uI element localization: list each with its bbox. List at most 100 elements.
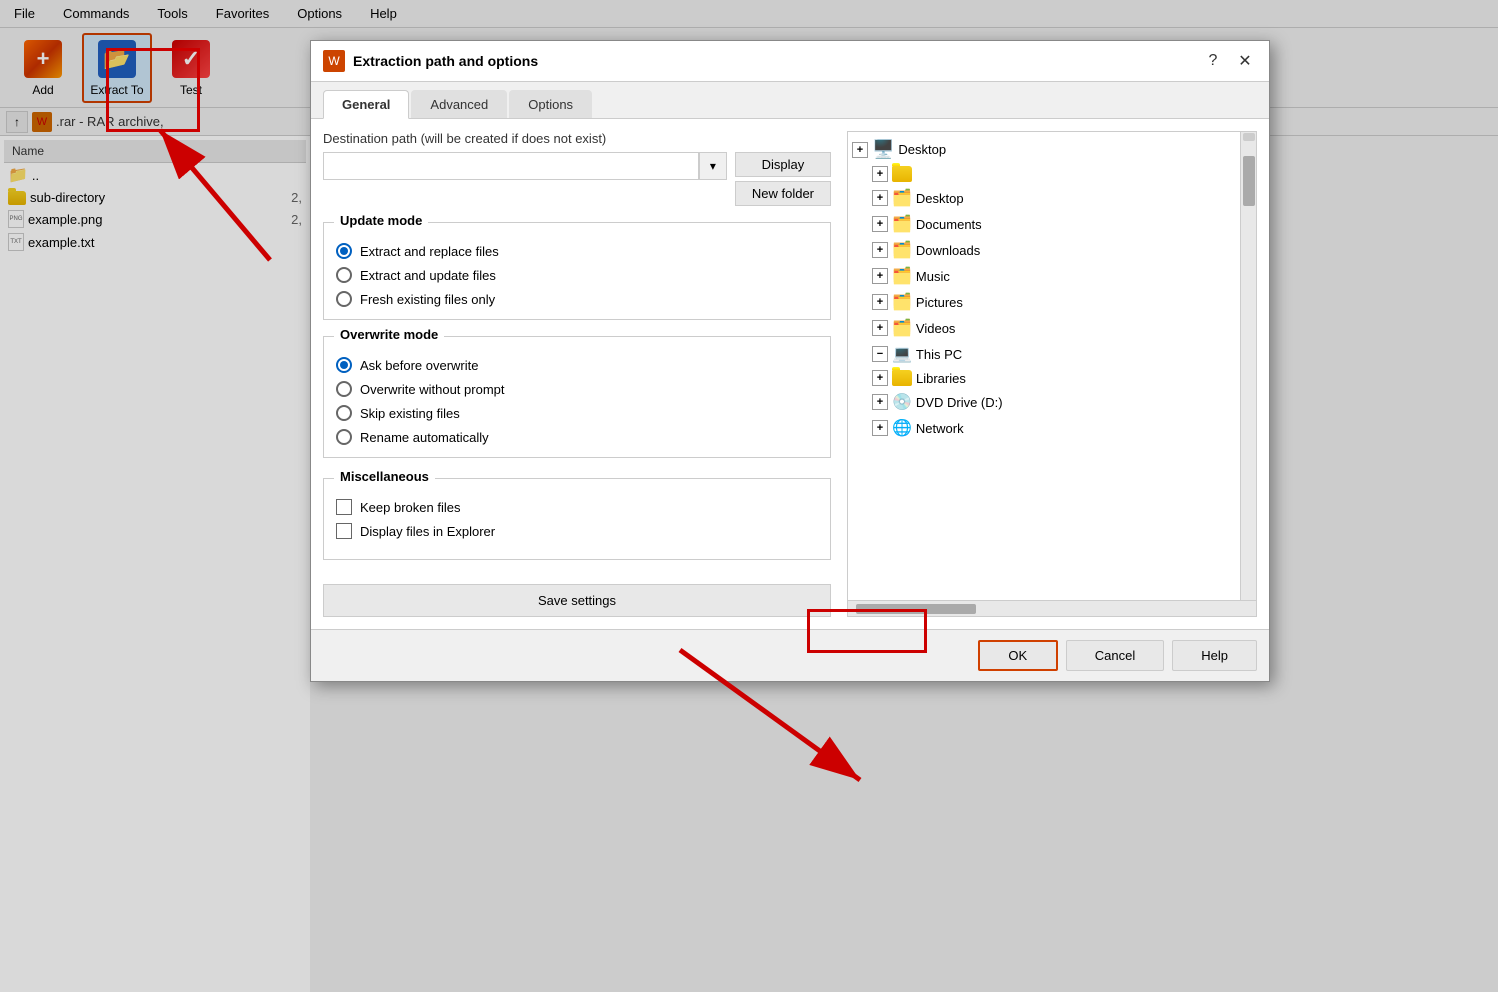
folder-icon [892, 370, 912, 386]
tree-item-this-pc[interactable]: − 💻 This PC [848, 341, 1240, 367]
tree-item[interactable]: + 🗂️ Music [848, 263, 1240, 289]
tab-options[interactable]: Options [509, 90, 592, 118]
destination-path-section: Destination path (will be created if doe… [323, 131, 831, 206]
tree-label: Desktop [898, 142, 946, 157]
radio-ask-overwrite-indicator [336, 357, 352, 373]
dialog-title: Extraction path and options [353, 53, 1193, 69]
tree-label: Documents [916, 217, 982, 232]
miscellaneous-legend: Miscellaneous [334, 469, 435, 484]
radio-extract-update-label: Extract and update files [360, 268, 496, 283]
dialog-title-icon: W [323, 50, 345, 72]
radio-extract-update-indicator [336, 267, 352, 283]
radio-overwrite-prompt[interactable]: Overwrite without prompt [336, 381, 818, 397]
radio-rename-auto-label: Rename automatically [360, 430, 489, 445]
tab-general[interactable]: General [323, 90, 409, 119]
radio-ask-overwrite-label: Ask before overwrite [360, 358, 479, 373]
radio-fresh-existing[interactable]: Fresh existing files only [336, 291, 818, 307]
tree-item[interactable]: + 🗂️ Videos [848, 315, 1240, 341]
tree-item[interactable]: + 🗂️ Desktop [848, 185, 1240, 211]
tree-hscrollbar[interactable] [848, 600, 1256, 616]
checkbox-keep-broken-box [336, 499, 352, 515]
tree-label: DVD Drive (D:) [916, 395, 1003, 410]
tree-this-pc-label: This PC [916, 347, 962, 362]
destination-path-label: Destination path (will be created if doe… [323, 131, 831, 146]
tree-expand-btn[interactable]: + [872, 320, 888, 336]
tree-expand-btn[interactable]: + [872, 394, 888, 410]
tree-item[interactable]: + 💿 DVD Drive (D:) [848, 389, 1240, 415]
tree-expand-btn[interactable]: + [872, 420, 888, 436]
cancel-button[interactable]: Cancel [1066, 640, 1164, 671]
tree-label: Network [916, 421, 964, 436]
radio-ask-overwrite[interactable]: Ask before overwrite [336, 357, 818, 373]
tree-label: Music [916, 269, 950, 284]
tree-item[interactable]: + Libraries [848, 367, 1240, 389]
destination-path-input[interactable] [323, 152, 699, 180]
dialog-help-button[interactable]: ? [1201, 49, 1225, 73]
radio-skip-existing[interactable]: Skip existing files [336, 405, 818, 421]
tree-expand-btn[interactable]: + [872, 370, 888, 386]
dialog-close-button[interactable]: ✕ [1233, 49, 1257, 73]
radio-overwrite-prompt-indicator [336, 381, 352, 397]
radio-fresh-existing-indicator [336, 291, 352, 307]
tree-item[interactable]: + 🗂️ Pictures [848, 289, 1240, 315]
checkbox-display-explorer-label: Display files in Explorer [360, 524, 495, 539]
overwrite-mode-section: Overwrite mode Ask before overwrite Over… [323, 336, 831, 458]
radio-rename-auto[interactable]: Rename automatically [336, 429, 818, 445]
tree-downloads-label: Downloads [916, 243, 980, 258]
tree-expand-downloads-btn[interactable]: + [872, 242, 888, 258]
dialog-overlay: W Extraction path and options ? ✕ Genera… [0, 0, 1498, 992]
folder-tree[interactable]: + 🖥️ Desktop + [848, 132, 1240, 600]
tree-expand-this-pc-btn[interactable]: − [872, 346, 888, 362]
miscellaneous-section: Miscellaneous Keep broken files Display … [323, 478, 831, 560]
checkbox-display-explorer-box [336, 523, 352, 539]
tab-advanced[interactable]: Advanced [411, 90, 507, 118]
radio-skip-existing-indicator [336, 405, 352, 421]
dialog-left-panel: Destination path (will be created if doe… [323, 131, 847, 617]
update-mode-section: Update mode Extract and replace files Ex… [323, 222, 831, 320]
help-footer-button[interactable]: Help [1172, 640, 1257, 671]
extraction-dialog: W Extraction path and options ? ✕ Genera… [310, 40, 1270, 682]
folder-icon [892, 166, 912, 182]
radio-fresh-existing-label: Fresh existing files only [360, 292, 495, 307]
dialog-titlebar: W Extraction path and options ? ✕ [311, 41, 1269, 82]
tree-item[interactable]: + [848, 163, 1240, 185]
checkbox-keep-broken-label: Keep broken files [360, 500, 460, 515]
tree-expand-btn[interactable]: + [852, 142, 868, 158]
ok-button[interactable]: OK [978, 640, 1058, 671]
tree-item[interactable]: + 🌐 Network [848, 415, 1240, 441]
radio-extract-update[interactable]: Extract and update files [336, 267, 818, 283]
radio-rename-auto-indicator [336, 429, 352, 445]
tree-label: Pictures [916, 295, 963, 310]
tree-vscrollbar[interactable] [1240, 132, 1256, 600]
app-window: File Commands Tools Favorites Options He… [0, 0, 1498, 992]
checkbox-keep-broken[interactable]: Keep broken files [336, 499, 818, 515]
tree-label: Videos [916, 321, 956, 336]
radio-extract-replace-indicator [336, 243, 352, 259]
radio-extract-replace[interactable]: Extract and replace files [336, 243, 818, 259]
tree-expand-btn[interactable]: + [872, 216, 888, 232]
destination-path-actions: Display New folder [735, 152, 831, 206]
dialog-tree-panel: + 🖥️ Desktop + [847, 131, 1257, 617]
radio-extract-replace-label: Extract and replace files [360, 244, 499, 259]
update-mode-legend: Update mode [334, 213, 428, 228]
tree-item-downloads[interactable]: + 🗂️ Downloads [848, 237, 1240, 263]
dialog-body: Destination path (will be created if doe… [311, 119, 1269, 629]
save-settings-button[interactable]: Save settings [323, 584, 831, 617]
tree-expand-btn[interactable]: + [872, 268, 888, 284]
overwrite-mode-legend: Overwrite mode [334, 327, 444, 342]
dialog-tabs: General Advanced Options [311, 82, 1269, 119]
new-folder-button[interactable]: New folder [735, 181, 831, 206]
radio-overwrite-prompt-label: Overwrite without prompt [360, 382, 505, 397]
tree-item[interactable]: + 🗂️ Documents [848, 211, 1240, 237]
destination-path-dropdown[interactable]: ▾ [699, 152, 727, 180]
tree-label: Desktop [916, 191, 964, 206]
tree-expand-btn[interactable]: + [872, 166, 888, 182]
tree-expand-btn[interactable]: + [872, 294, 888, 310]
display-button[interactable]: Display [735, 152, 831, 177]
checkbox-display-explorer[interactable]: Display files in Explorer [336, 523, 818, 539]
tree-item[interactable]: + 🖥️ Desktop [848, 136, 1240, 163]
tree-label: Libraries [916, 371, 966, 386]
dialog-footer: OK Cancel Help [311, 629, 1269, 681]
tree-expand-btn[interactable]: + [872, 190, 888, 206]
radio-skip-existing-label: Skip existing files [360, 406, 460, 421]
